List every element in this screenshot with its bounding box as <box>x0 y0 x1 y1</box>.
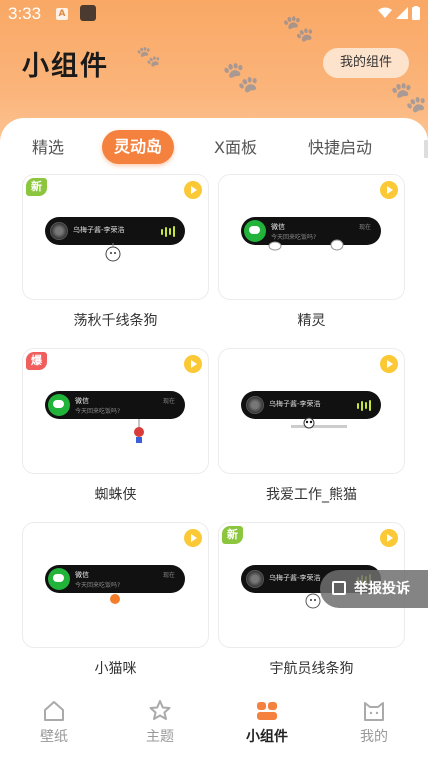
category-tabs: 精选 灵动岛 X面板 快捷启动 <box>0 126 428 166</box>
swinging-dog-illustration <box>105 243 121 262</box>
nav-item-mine[interactable]: 我的 <box>334 698 414 746</box>
kitten-ball-illustration <box>110 594 120 604</box>
notification-a-icon: A <box>56 8 68 20</box>
status-bar: 3:33 A <box>0 0 428 30</box>
widget-card[interactable]: 微信 今天回来吃饭吗? 现在 <box>22 522 209 648</box>
sprite-illustration <box>268 239 344 251</box>
play-icon[interactable] <box>184 355 202 373</box>
notification-app-icon <box>80 5 96 21</box>
nav-label: 壁纸 <box>40 729 68 745</box>
dynamic-island-preview: 乌梅子酱-李荣浩 <box>45 217 185 245</box>
notification-app-name: 微信 <box>271 223 285 231</box>
new-badge: 新 <box>26 178 47 196</box>
status-time: 3:33 <box>8 4 42 23</box>
widget-name: 蜘蛛侠 <box>94 487 137 503</box>
nav-item-wallpaper[interactable]: 壁纸 <box>14 698 94 746</box>
song-title: 乌梅子酱-李荣浩 <box>269 574 321 582</box>
new-badge: 新 <box>222 526 243 544</box>
play-icon[interactable] <box>184 181 202 199</box>
bottom-nav: 壁纸 主题 小组件 我的 <box>0 690 428 760</box>
nav-label: 主题 <box>146 729 174 745</box>
album-disc-icon <box>50 222 68 240</box>
wechat-icon <box>48 568 70 590</box>
notification-time: 现在 <box>358 224 371 231</box>
tab-quick-launch[interactable]: 快捷启动 <box>308 134 372 158</box>
battery-icon <box>412 6 420 20</box>
notification-app-name: 微信 <box>75 571 89 579</box>
signal-icon <box>396 7 408 19</box>
paw-print-decoration: 🐾 <box>390 80 428 115</box>
spiderman-illustration <box>134 419 144 443</box>
widget-name: 我爱工作_熊猫 <box>266 487 357 503</box>
my-widgets-button[interactable]: 我的组件 <box>323 48 409 78</box>
widget-name: 小猫咪 <box>94 661 137 677</box>
widget-card[interactable]: 新 乌梅子酱-李荣浩 <box>22 174 209 300</box>
widget-card[interactable]: 微信 今天回来吃饭吗? 现在 <box>218 174 405 300</box>
panda-at-desk-illustration <box>291 417 347 429</box>
home-icon <box>44 701 64 721</box>
wechat-icon <box>244 220 266 242</box>
nav-item-widgets[interactable]: 小组件 <box>227 698 307 746</box>
widgets-icon <box>257 702 277 720</box>
widget-card[interactable]: 爆 微信 今天回来吃饭吗? 现在 <box>22 348 209 474</box>
wifi-icon <box>378 7 392 18</box>
tab-featured[interactable]: 精选 <box>32 134 64 158</box>
notification-time: 现在 <box>162 572 175 579</box>
play-icon[interactable] <box>380 355 398 373</box>
tab-dynamic-island[interactable]: 灵动岛 <box>102 130 175 164</box>
album-disc-icon <box>246 570 264 588</box>
album-disc-icon <box>246 396 264 414</box>
wechat-icon <box>48 394 70 416</box>
paw-print-decoration: 🐾 <box>136 44 161 68</box>
sound-wave-icon <box>161 226 175 237</box>
song-title: 乌梅子酱-李荣浩 <box>269 400 321 408</box>
widget-name: 精灵 <box>297 313 326 329</box>
paw-print-decoration: 🐾 <box>222 60 260 95</box>
play-icon[interactable] <box>184 529 202 547</box>
widget-name: 荡秋千线条狗 <box>73 313 158 329</box>
nav-label: 小组件 <box>246 729 288 745</box>
widget-card[interactable]: 乌梅子酱-李荣浩 <box>218 348 405 474</box>
notification-app-name: 微信 <box>75 397 89 405</box>
notification-message: 今天回来吃饭吗? <box>75 408 121 415</box>
report-complaint-button[interactable]: 举报投诉 <box>320 570 428 608</box>
play-icon[interactable] <box>380 181 398 199</box>
edit-report-icon <box>332 581 346 595</box>
widget-name: 宇航员线条狗 <box>269 661 354 677</box>
hot-badge: 爆 <box>26 352 47 370</box>
dynamic-island-preview: 微信 今天回来吃饭吗? 现在 <box>45 391 185 419</box>
nav-item-theme[interactable]: 主题 <box>120 698 200 746</box>
notification-message: 今天回来吃饭吗? <box>75 582 121 589</box>
star-icon <box>149 700 171 720</box>
cat-face-icon <box>364 702 384 721</box>
nav-label: 我的 <box>360 729 388 745</box>
dynamic-island-preview: 乌梅子酱-李荣浩 <box>241 391 381 419</box>
more-tabs-indicator <box>424 140 428 158</box>
dynamic-island-preview: 微信 今天回来吃饭吗? 现在 <box>45 565 185 593</box>
report-label: 举报投诉 <box>354 581 410 597</box>
play-icon[interactable] <box>380 529 398 547</box>
sound-wave-icon <box>357 400 371 411</box>
song-title: 乌梅子酱-李荣浩 <box>73 226 125 234</box>
tab-x-panel[interactable]: X面板 <box>214 134 257 158</box>
page-title: 小组件 <box>22 51 109 82</box>
notification-time: 现在 <box>162 398 175 405</box>
